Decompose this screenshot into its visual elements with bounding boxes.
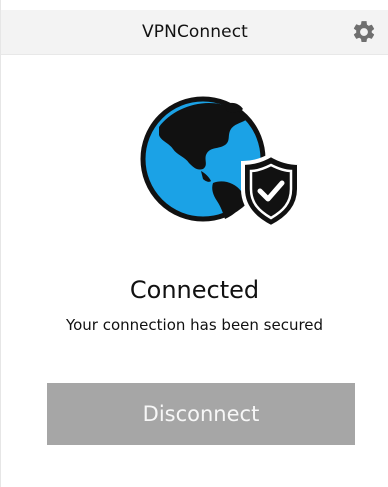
title-bar: VPNConnect: [1, 10, 388, 55]
disconnect-button[interactable]: Disconnect: [47, 383, 355, 445]
connection-status: Connected: [129, 276, 260, 304]
gear-icon[interactable]: [351, 19, 377, 45]
app-title: VPNConnect: [142, 22, 248, 42]
connection-message: Your connection has been secured: [65, 316, 324, 334]
vpn-window: VPNConnect Connected Your connection has…: [0, 0, 388, 487]
globe-shield-icon: [139, 93, 304, 233]
